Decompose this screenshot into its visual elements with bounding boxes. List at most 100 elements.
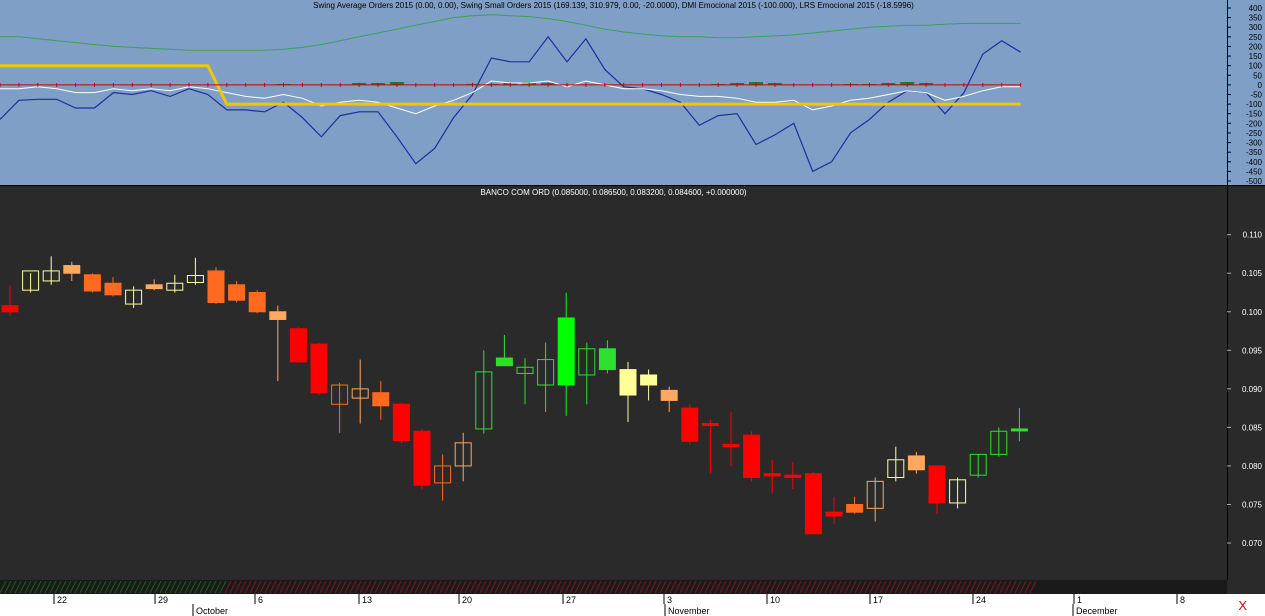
volume-hatch <box>629 580 637 594</box>
volume-hatch <box>649 580 657 594</box>
candle-body <box>681 407 699 442</box>
volume-hatch <box>99 580 107 594</box>
volume-hatch <box>494 580 502 594</box>
volume-hatch <box>329 580 337 594</box>
volume-hatch <box>84 580 92 594</box>
time-axis-label: 6 <box>258 595 263 605</box>
volume-hatch <box>234 580 242 594</box>
volume-hatch <box>884 580 892 594</box>
time-axis-label: 17 <box>873 595 883 605</box>
indicator-y-tick-label: -200 <box>1246 119 1263 128</box>
price-y-tick-label: 0.110 <box>1243 231 1263 240</box>
volume-hatch <box>239 580 247 594</box>
volume-hatch <box>499 580 507 594</box>
volume-hatch <box>14 580 22 594</box>
close-icon[interactable]: X <box>1238 598 1247 613</box>
volume-hatch <box>164 580 172 594</box>
volume-hatch <box>609 580 617 594</box>
volume-hatch <box>4 580 12 594</box>
volume-hatch <box>939 580 947 594</box>
volume-hatch <box>949 580 957 594</box>
volume-hatch <box>664 580 672 594</box>
volume-hatch <box>439 580 447 594</box>
volume-hatch <box>719 580 727 594</box>
volume-hatch <box>169 580 177 594</box>
volume-hatch <box>679 580 687 594</box>
candle-body <box>392 403 410 442</box>
candle-body <box>804 473 822 535</box>
volume-hatch <box>764 580 772 594</box>
volume-hatch <box>984 580 992 594</box>
volume-hatch <box>874 580 882 594</box>
candle-body <box>846 503 864 513</box>
volume-hatch <box>19 580 27 594</box>
volume-hatch <box>869 580 877 594</box>
volume-hatch <box>634 580 642 594</box>
volume-hatch <box>794 580 802 594</box>
volume-hatch <box>844 580 852 594</box>
volume-hatch <box>784 580 792 594</box>
price-y-tick-label: 0.090 <box>1242 385 1263 394</box>
volume-hatch <box>694 580 702 594</box>
volume-hatch <box>264 580 272 594</box>
indicator-y-tick-label: -50 <box>1250 91 1262 100</box>
average-line <box>0 14 1021 51</box>
indicator-y-tick-label: -250 <box>1246 129 1263 138</box>
volume-hatch <box>534 580 542 594</box>
volume-hatch <box>929 580 937 594</box>
volume-hatch <box>959 580 967 594</box>
volume-hatch <box>749 580 757 594</box>
volume-hatch <box>399 580 407 594</box>
volume-hatch <box>94 580 102 594</box>
indicator-y-tick-label: 50 <box>1253 71 1262 80</box>
volume-hatch <box>79 580 87 594</box>
candle-body <box>825 511 843 517</box>
volume-hatch <box>154 580 162 594</box>
time-axis-label: October <box>196 606 228 616</box>
volume-hatch <box>954 580 962 594</box>
volume-hatch <box>639 580 647 594</box>
volume-hatch <box>89 580 97 594</box>
candle-body <box>145 284 163 290</box>
volume-hatch <box>469 580 477 594</box>
volume-hatch <box>1014 580 1022 594</box>
volume-hatch <box>659 580 667 594</box>
volume-hatch <box>669 580 677 594</box>
volume-hatch <box>364 580 372 594</box>
volume-hatch <box>839 580 847 594</box>
volume-hatch <box>209 580 217 594</box>
volume-hatch <box>64 580 72 594</box>
volume-hatch <box>599 580 607 594</box>
volume-hatch <box>579 580 587 594</box>
candle-body <box>640 374 658 386</box>
volume-hatch <box>769 580 777 594</box>
volume-hatch <box>789 580 797 594</box>
volume-hatch <box>714 580 722 594</box>
time-axis-label: 1 <box>1077 595 1082 605</box>
indicator-y-tick-label: -450 <box>1246 167 1263 176</box>
volume-hatch <box>979 580 987 594</box>
volume-hatch <box>294 580 302 594</box>
volume-hatch <box>964 580 972 594</box>
volume-hatch <box>139 580 147 594</box>
volume-hatch <box>9 580 17 594</box>
volume-hatch <box>424 580 432 594</box>
candle-body <box>1010 428 1028 432</box>
volume-hatch <box>489 580 497 594</box>
volume-hatch <box>819 580 827 594</box>
indicator-y-tick-label: 200 <box>1249 42 1263 51</box>
candle-body <box>63 265 81 274</box>
volume-hatch <box>934 580 942 594</box>
candle-body <box>619 369 637 396</box>
volume-hatch <box>199 580 207 594</box>
volume-hatch <box>854 580 862 594</box>
volume-hatch <box>119 580 127 594</box>
volume-hatch <box>0 580 7 594</box>
volume-hatch <box>69 580 77 594</box>
time-axis-label: December <box>1076 606 1118 616</box>
indicator-y-tick-label: -400 <box>1246 158 1263 167</box>
candle-body <box>207 270 225 304</box>
volume-hatch <box>779 580 787 594</box>
volume-hatch <box>904 580 912 594</box>
volume-hatch <box>514 580 522 594</box>
